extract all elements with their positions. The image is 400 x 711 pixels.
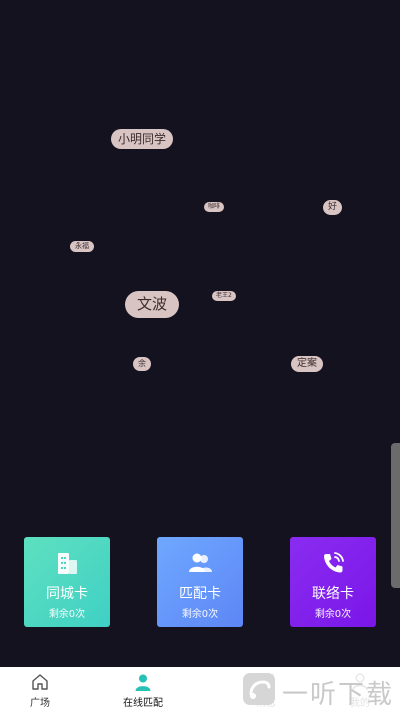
tab-label: 广场 [30, 698, 50, 709]
name-bubble[interactable]: 小明同学 [111, 129, 174, 149]
watermark-logo-icon [243, 673, 275, 705]
card-row: 同城卡 剩余0次 匹配卡 剩余0次 联络卡 剩余0次 [24, 537, 376, 627]
card-contact[interactable]: 联络卡 剩余0次 [290, 537, 376, 627]
building-icon [58, 553, 77, 574]
person-icon [135, 674, 151, 691]
tab-online-match[interactable]: 在线匹配 [103, 667, 183, 711]
scroll-indicator[interactable] [391, 443, 400, 588]
name-bubble[interactable]: 文波 [125, 291, 180, 318]
name-bubble[interactable]: 定案 [291, 356, 323, 372]
name-bubble[interactable]: 咖啡 [204, 202, 225, 212]
card-same-city[interactable]: 同城卡 剩余0次 [24, 537, 110, 627]
name-bubble[interactable]: 余 [133, 357, 151, 371]
users-icon [189, 553, 212, 572]
phone-icon [324, 552, 344, 573]
card-match[interactable]: 匹配卡 剩余0次 [157, 537, 243, 627]
watermark-text: 一听下载 [282, 680, 395, 710]
card-title: 匹配卡 [179, 586, 221, 602]
card-remaining: 剩余0次 [181, 609, 219, 620]
watermark: 一听下载 [238, 668, 400, 711]
tab-label: 在线匹配 [123, 698, 163, 709]
card-remaining: 剩余0次 [48, 609, 86, 620]
card-title: 同城卡 [46, 586, 88, 602]
card-title: 联络卡 [312, 586, 354, 602]
name-bubble[interactable]: 永福 [70, 241, 94, 252]
home-icon [32, 674, 48, 690]
tab-square[interactable]: 广场 [0, 667, 80, 711]
name-bubble[interactable]: 好 [323, 200, 343, 215]
card-remaining: 剩余0次 [314, 609, 352, 620]
name-bubble[interactable]: 老王2 [212, 291, 236, 301]
